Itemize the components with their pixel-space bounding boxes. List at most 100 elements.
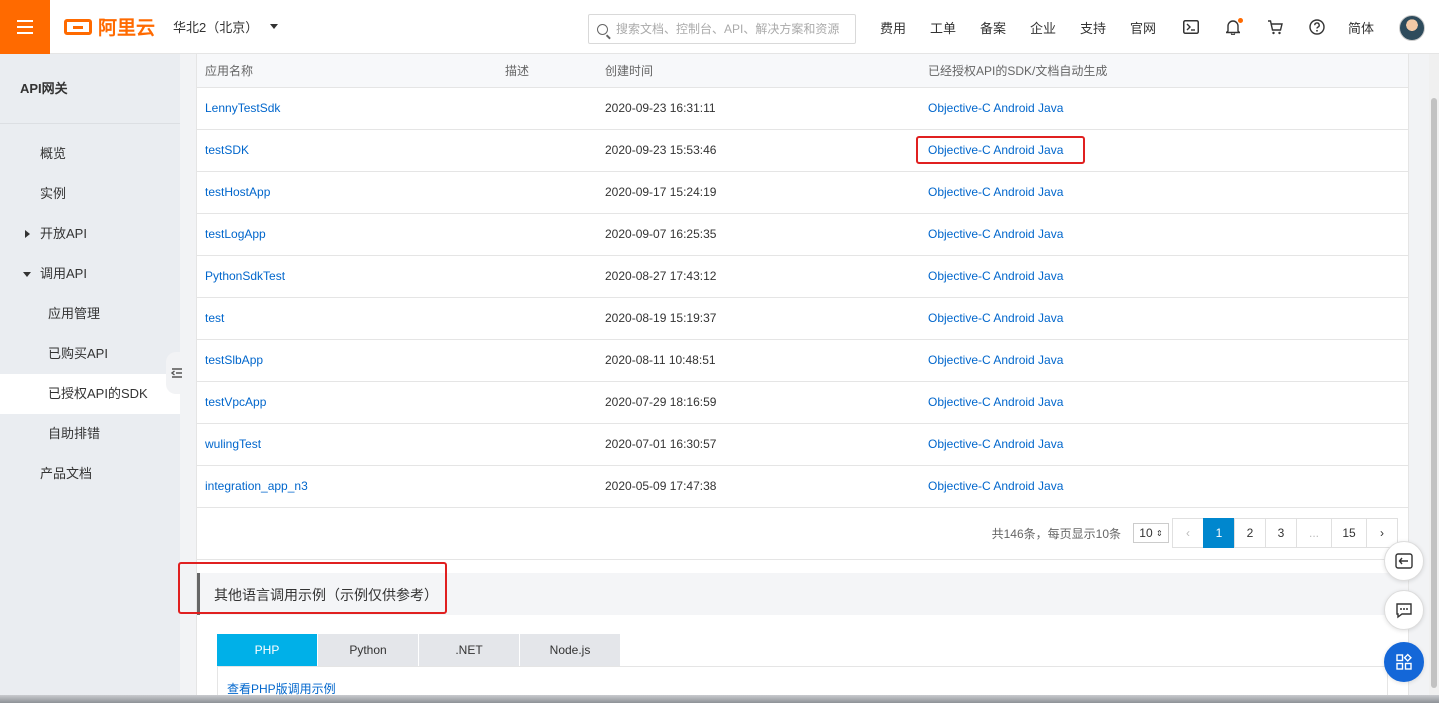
- feedback-icon[interactable]: [1384, 541, 1424, 581]
- table-row: PythonSdkTest 2020-08-27 17:43:12 Objectiv…: [197, 255, 1408, 298]
- app-table: 应用名称 描述 创建时间 已经授权API的SDK/文档自动生成 LennyTes…: [197, 54, 1408, 508]
- sidebar-item-label: 实例: [40, 186, 67, 201]
- sidebar-item-authorized-sdk[interactable]: 已授权API的SDK: [0, 374, 180, 414]
- tab-php[interactable]: PHP: [217, 634, 317, 666]
- search-input[interactable]: [616, 22, 846, 36]
- sdk-links[interactable]: Objective-C Android Java: [928, 395, 1063, 409]
- table-row: testVpcApp 2020-07-29 18:16:59 Objective-C…: [197, 381, 1408, 424]
- sdk-links[interactable]: Objective-C Android Java: [928, 437, 1063, 451]
- sidebar-item-purchased-api[interactable]: 已购买API: [0, 334, 180, 374]
- table-row: integration_app_n3 2020-05-09 17:47:38 Obj…: [197, 465, 1408, 508]
- app-name-link[interactable]: testVpcApp: [205, 395, 266, 409]
- app-name-link[interactable]: integration_app_n3: [205, 479, 308, 493]
- app-description: [497, 213, 597, 256]
- app-name-link[interactable]: PythonSdkTest: [205, 269, 285, 283]
- scrollbar[interactable]: [1429, 54, 1439, 703]
- nav-ticket[interactable]: 工单: [918, 18, 968, 37]
- app-name-link[interactable]: LennyTestSdk: [205, 101, 280, 115]
- pagination: 共146条，每页显示10条 10 ⇕ ‹ 1 2 3 ... 15 ›: [197, 508, 1408, 560]
- prev-page-button[interactable]: ‹: [1172, 518, 1204, 548]
- page-button[interactable]: 15: [1331, 518, 1367, 548]
- nav-fee[interactable]: 费用: [868, 18, 918, 37]
- app-description: [497, 465, 597, 508]
- scrollbar-thumb[interactable]: [1431, 98, 1437, 688]
- created-time: 2020-08-11 10:48:51: [597, 339, 920, 382]
- created-time: 2020-09-23 16:31:11: [597, 87, 920, 130]
- sidebar-item-instance[interactable]: 实例: [0, 174, 180, 214]
- sidebar-item-overview[interactable]: 概览: [0, 134, 180, 174]
- language-tabs: PHP Python .NET Node.js: [217, 634, 621, 666]
- nav-icp[interactable]: 备案: [968, 18, 1018, 37]
- app-description: [497, 171, 597, 214]
- page-ellipsis: ...: [1296, 518, 1332, 548]
- sdk-links[interactable]: Objective-C Android Java: [928, 353, 1063, 367]
- sidebar-item-label: 调用API: [40, 266, 87, 281]
- nav-official-site[interactable]: 官网: [1118, 18, 1168, 37]
- nav-support[interactable]: 支持: [1068, 18, 1118, 37]
- collapse-sidebar-icon[interactable]: [166, 352, 188, 394]
- table-row: wulingTest 2020-07-01 16:30:57 Objective-C…: [197, 423, 1408, 466]
- top-nav: 费用 工单 备案 企业 支持 官网: [868, 0, 1168, 54]
- app-name-link[interactable]: testSlbApp: [205, 353, 263, 367]
- page-button[interactable]: 2: [1234, 518, 1266, 548]
- column-header-sdk: 已经授权API的SDK/文档自动生成: [920, 54, 1408, 88]
- created-time: 2020-09-17 15:24:19: [597, 171, 920, 214]
- created-time: 2020-08-27 17:43:12: [597, 255, 920, 298]
- sort-arrows-icon: ⇕: [1156, 528, 1163, 538]
- app-description: [497, 297, 597, 340]
- sdk-links[interactable]: Objective-C Android Java: [928, 101, 1063, 115]
- sidebar-item-label: 自助排错: [48, 426, 101, 441]
- sidebar-item-docs[interactable]: 产品文档: [0, 454, 180, 494]
- column-header-app-name: 应用名称: [197, 54, 497, 88]
- sidebar-item-label: 概览: [40, 146, 67, 161]
- app-description: [497, 423, 597, 466]
- sdk-links[interactable]: Objective-C Android Java: [928, 311, 1063, 325]
- sidebar-item-label: 应用管理: [48, 306, 101, 321]
- nav-enterprise[interactable]: 企业: [1018, 18, 1068, 37]
- page-button[interactable]: 3: [1265, 518, 1297, 548]
- cart-icon[interactable]: [1254, 0, 1296, 54]
- sdk-links[interactable]: Objective-C Android Java: [928, 269, 1063, 283]
- notification-dot: [1238, 18, 1243, 23]
- app-description: [497, 339, 597, 382]
- bell-icon[interactable]: [1212, 0, 1254, 54]
- search-box[interactable]: [588, 14, 856, 44]
- sdk-links[interactable]: Objective-C Android Java: [928, 227, 1063, 241]
- tab-python[interactable]: Python: [318, 634, 418, 666]
- sidebar-item-app-management[interactable]: 应用管理: [0, 294, 180, 334]
- brand-logo[interactable]: 阿里云: [64, 13, 155, 40]
- terminal-icon[interactable]: [1170, 0, 1212, 54]
- sdk-links[interactable]: Objective-C Android Java: [928, 479, 1063, 493]
- page-size-select[interactable]: 10 ⇕: [1133, 523, 1169, 543]
- language-switch[interactable]: 简体: [1338, 18, 1384, 37]
- app-name-link[interactable]: test: [205, 311, 224, 325]
- tab-dotnet[interactable]: .NET: [419, 634, 519, 666]
- apps-grid-icon[interactable]: [1384, 642, 1424, 682]
- hamburger-menu-icon[interactable]: [0, 0, 50, 54]
- table-row: testLogApp 2020-09-07 16:25:35 Objective-C…: [197, 213, 1408, 256]
- app-name-link[interactable]: testLogApp: [205, 227, 266, 241]
- highlight-sdk-links: [916, 136, 1085, 164]
- page-size-value: 10: [1139, 526, 1153, 540]
- tab-nodejs[interactable]: Node.js: [520, 634, 620, 666]
- app-description: [497, 129, 597, 172]
- region-selector[interactable]: 华北2（北京）: [173, 17, 279, 36]
- table-row: LennyTestSdk 2020-09-23 16:31:11 Objective…: [197, 87, 1408, 130]
- chat-icon[interactable]: [1384, 590, 1424, 630]
- help-icon[interactable]: [1296, 0, 1338, 54]
- sidebar-item-troubleshoot[interactable]: 自助排错: [0, 414, 180, 454]
- top-icons: 简体: [1170, 0, 1384, 54]
- table-row: testHostApp 2020-09-17 15:24:19 Objective-…: [197, 171, 1408, 214]
- app-description: [497, 255, 597, 298]
- created-time: 2020-07-01 16:30:57: [597, 423, 920, 466]
- avatar[interactable]: [1399, 15, 1425, 41]
- sidebar-item-open-api[interactable]: 开放API: [0, 214, 180, 254]
- sdk-links[interactable]: Objective-C Android Java: [928, 185, 1063, 199]
- sidebar-item-label: 产品文档: [40, 466, 93, 481]
- app-name-link[interactable]: wulingTest: [205, 437, 261, 451]
- sidebar-item-call-api[interactable]: 调用API: [0, 254, 180, 294]
- app-name-link[interactable]: testHostApp: [205, 185, 270, 199]
- sidebar-item-label: 已授权API的SDK: [48, 386, 148, 401]
- page-button[interactable]: 1: [1203, 518, 1235, 548]
- app-name-link[interactable]: testSDK: [205, 143, 249, 157]
